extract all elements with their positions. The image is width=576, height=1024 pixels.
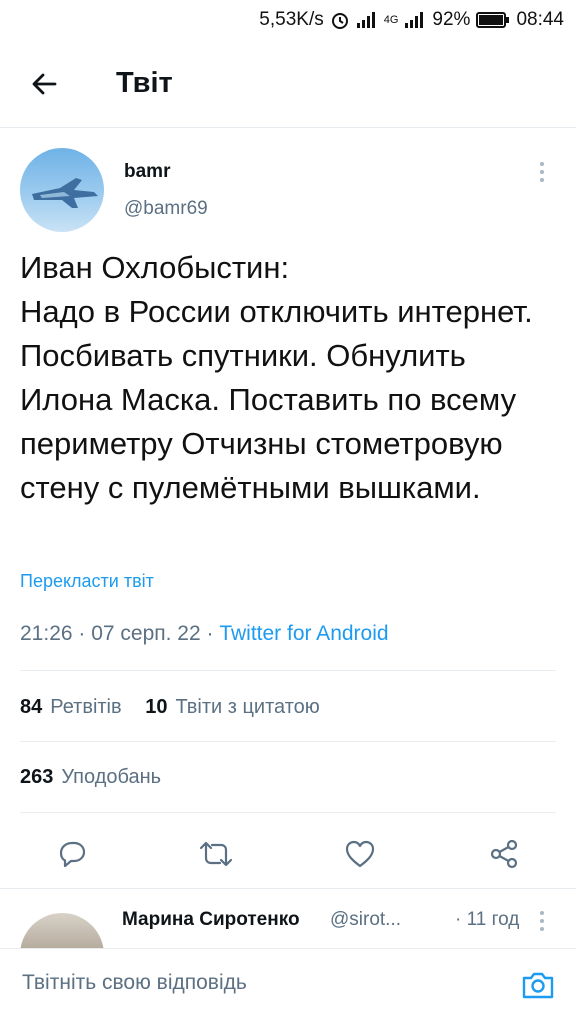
likes-stat[interactable]: 263 Уподобань: [20, 766, 161, 789]
network-type: 4G: [383, 14, 399, 26]
retweets-label: Ретвітів: [50, 696, 122, 718]
status-bar: 5,53K/s 4G 92% 08:44: [0, 0, 576, 40]
quotes-label: Твіти з цитатою: [175, 696, 320, 718]
tweet-timestamp: 21:26 · 07 серп. 22 ·: [20, 622, 220, 645]
likes-count: 263: [20, 766, 54, 788]
retweets-stat[interactable]: 84 Ретвітів: [20, 696, 122, 718]
reply-time: · 11 год: [455, 909, 520, 930]
tweet-actions: [20, 832, 556, 880]
share-icon: [490, 839, 518, 869]
tweet-meta: 21:26 · 07 серп. 22 · Twitter for Androi…: [20, 622, 389, 646]
quotes-count: 10: [145, 696, 168, 718]
reply-avatar[interactable]: [20, 913, 104, 949]
signal-icon: [356, 11, 378, 29]
app-bar: Твіт: [0, 40, 576, 128]
arrow-left-icon: [32, 73, 57, 94]
tweet-text: Иван Охлобыстин: Надо в России отключить…: [20, 250, 533, 505]
camera-icon: [522, 972, 554, 999]
back-button[interactable]: [0, 40, 88, 128]
reply-more-options-button[interactable]: [532, 907, 552, 935]
battery-icon: [476, 11, 510, 29]
clock: 08:44: [516, 9, 564, 30]
tweet-author: bamr @bamr69: [20, 128, 556, 232]
more-vertical-icon: [540, 911, 544, 931]
reply-input[interactable]: [22, 971, 482, 995]
more-options-button[interactable]: [532, 158, 552, 186]
camera-button[interactable]: [520, 967, 556, 1003]
net-speed: 5,53K/s: [259, 9, 324, 30]
tweet-source-link[interactable]: Twitter for Android: [219, 622, 388, 645]
reply-preview[interactable]: Марина Сиротенко @sirot... · 11 год: [0, 888, 576, 949]
author-handle[interactable]: @bamr69: [124, 198, 208, 220]
likes-label: Уподобань: [61, 766, 162, 788]
divider: [20, 741, 556, 742]
quotes-stat[interactable]: 10 Твіти з цитатою: [145, 696, 320, 718]
alarm-icon: [330, 10, 350, 30]
like-icon: [345, 840, 375, 868]
retweet-button[interactable]: [194, 832, 238, 876]
reply-composer: [0, 948, 576, 1024]
more-vertical-icon: [540, 162, 544, 182]
avatar[interactable]: [20, 148, 104, 232]
share-button[interactable]: [482, 832, 526, 876]
tweet-detail: bamr @bamr69 Иван Охлобыстин: Надо в Рос…: [20, 128, 556, 869]
reply-author-handle: @sirot...: [330, 909, 402, 930]
retweets-count: 84: [20, 696, 43, 718]
page-title: Твіт: [116, 67, 173, 99]
engagement-stats: 84 Ретвітів 10 Твіти з цитатою: [20, 696, 320, 719]
translate-tweet-link[interactable]: Перекласти твіт: [20, 571, 154, 592]
divider: [20, 670, 556, 671]
reply-icon: [59, 841, 86, 868]
retweet-icon: [199, 841, 233, 867]
divider: [20, 812, 556, 813]
reply-button[interactable]: [50, 832, 94, 876]
reply-author-name[interactable]: Марина Сиротенко: [122, 909, 300, 931]
signal-4g-icon: [404, 11, 426, 29]
like-button[interactable]: [338, 832, 382, 876]
battery-percent: 92%: [432, 9, 471, 30]
author-name[interactable]: bamr: [124, 161, 170, 183]
fighter-jet-image: [32, 178, 98, 208]
